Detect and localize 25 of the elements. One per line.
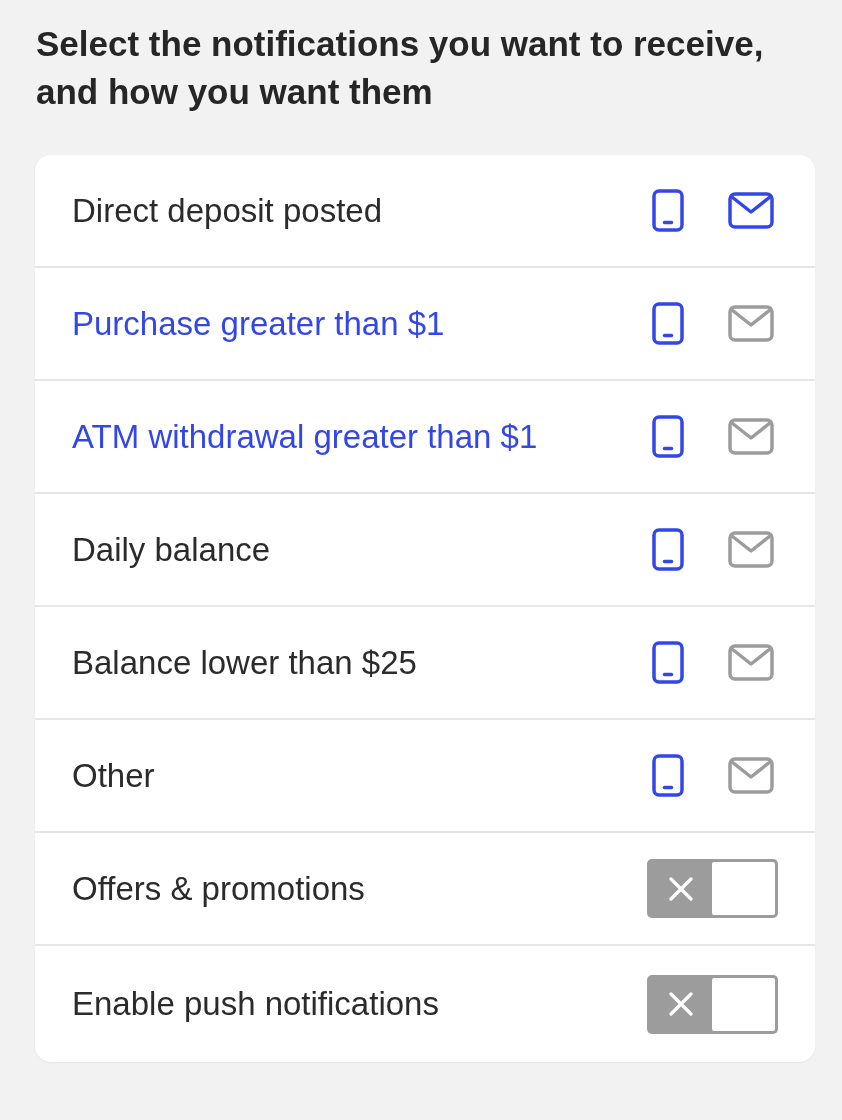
- alert-label: Balance lower than $25: [72, 642, 417, 683]
- phone-icon[interactable]: [652, 528, 684, 571]
- alert-label: Daily balance: [72, 529, 271, 570]
- page-heading: Select the notifications you want to receive, and how you want them: [36, 23, 765, 113]
- alert-label: Direct deposit posted: [72, 190, 382, 231]
- alert-label-link[interactable]: Purchase greater than $1: [72, 303, 445, 344]
- envelope-icon[interactable]: [728, 418, 774, 455]
- toggle-switch[interactable]: [647, 859, 778, 918]
- envelope-icon[interactable]: [728, 305, 774, 342]
- phone-icon[interactable]: [652, 754, 684, 797]
- toggle-switch[interactable]: [647, 974, 778, 1034]
- x-icon: [669, 992, 693, 1016]
- alert-label-link[interactable]: ATM withdrawal greater than $1: [72, 416, 538, 457]
- envelope-icon[interactable]: [728, 757, 774, 794]
- x-icon: [669, 876, 693, 901]
- envelope-icon[interactable]: [728, 192, 774, 229]
- envelope-icon[interactable]: [728, 531, 774, 568]
- phone-icon[interactable]: [652, 415, 684, 458]
- alert-label: Enable push notifications: [72, 984, 439, 1024]
- phone-icon[interactable]: [652, 189, 684, 232]
- envelope-icon[interactable]: [728, 644, 774, 681]
- alert-label: Offers & promotions: [72, 868, 365, 909]
- alert-label: Other: [72, 755, 155, 796]
- phone-icon[interactable]: [652, 641, 684, 684]
- phone-icon[interactable]: [652, 302, 684, 345]
